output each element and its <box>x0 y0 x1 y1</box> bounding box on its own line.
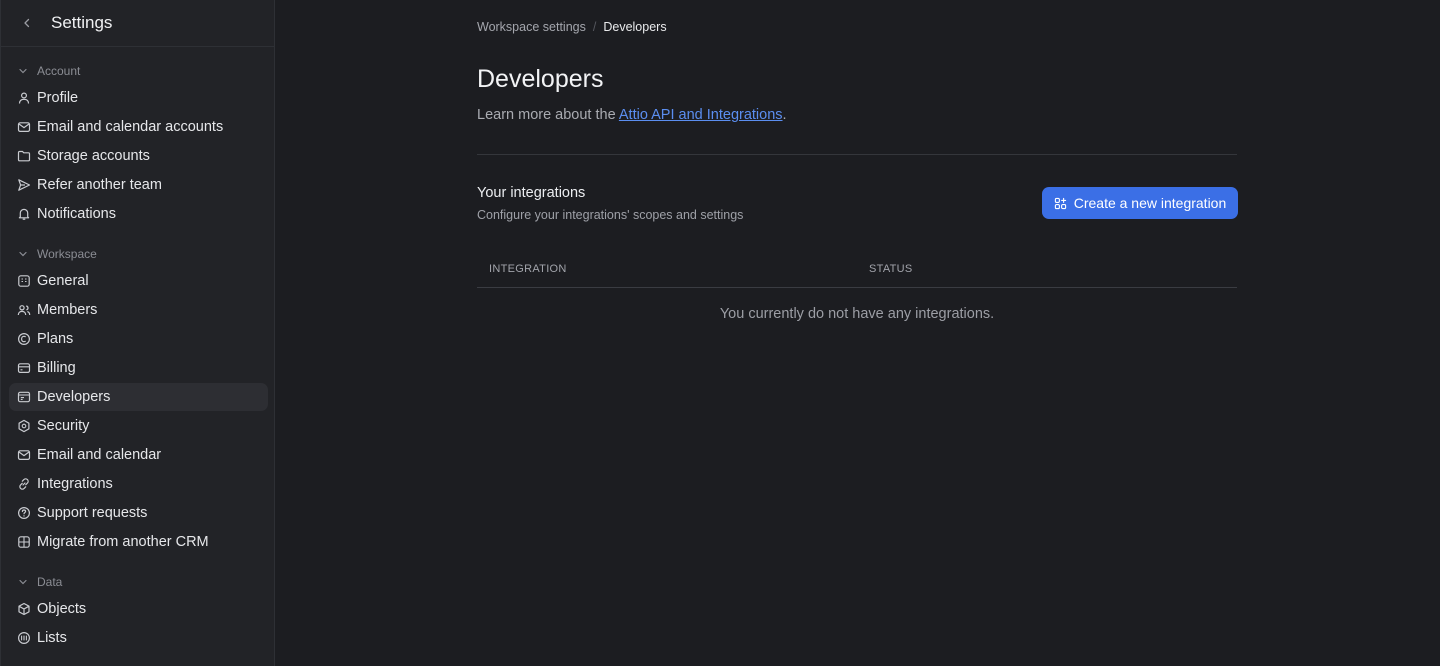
sidebar-item-label: Plans <box>37 331 74 347</box>
sidebar-item-label: Objects <box>37 601 87 617</box>
sidebar-item-label: Billing <box>37 360 76 376</box>
sidebar-item-email-calendar-accounts[interactable]: Email and calendar accounts <box>9 113 268 141</box>
sidebar-item-objects[interactable]: Objects <box>9 595 268 623</box>
list-icon <box>17 631 31 645</box>
sidebar-item-label: Lists <box>37 630 67 646</box>
integrations-section-description: Configure your integrations' scopes and … <box>477 208 744 222</box>
group-workspace[interactable]: Workspace <box>17 246 97 262</box>
send-icon <box>17 178 31 192</box>
breadcrumb-current: Developers <box>603 20 667 34</box>
group-label-account: Account <box>37 64 81 78</box>
sidebar-item-migrate-crm[interactable]: Migrate from another CRM <box>9 528 268 556</box>
sidebar-item-label: Members <box>37 302 98 318</box>
app-window: Settings Account Profile Email and calen… <box>0 0 1440 666</box>
sidebar-item-members[interactable]: Members <box>9 296 268 324</box>
mail-icon <box>17 120 31 134</box>
integrations-table-header: INTEGRATION STATUS <box>477 255 1237 288</box>
sidebar-item-label: Security <box>37 418 90 434</box>
breadcrumb-separator: / <box>592 20 597 34</box>
group-label-workspace: Workspace <box>37 247 97 261</box>
link-icon <box>17 477 31 491</box>
sidebar-item-refer-team[interactable]: Refer another team <box>9 171 268 199</box>
settings-sidebar: Settings Account Profile Email and calen… <box>0 0 275 666</box>
sidebar-item-label: Integrations <box>37 476 113 492</box>
sidebar-item-label: Refer another team <box>37 177 162 193</box>
sidebar-title: Settings <box>51 13 113 32</box>
building-icon <box>17 274 31 288</box>
breadcrumb-workspace-settings[interactable]: Workspace settings <box>477 20 586 34</box>
subtitle-prefix: Learn more about the <box>477 107 619 123</box>
chevron-down-icon <box>17 65 29 77</box>
users-icon <box>17 303 31 317</box>
shield-icon <box>17 419 31 433</box>
sidebar-item-label: Email and calendar accounts <box>37 119 224 135</box>
sidebar-item-profile[interactable]: Profile <box>9 84 268 112</box>
group-data[interactable]: Data <box>17 574 62 590</box>
sidebar-item-billing[interactable]: Billing <box>9 354 268 382</box>
chevron-down-icon <box>17 576 29 588</box>
coin-icon <box>17 332 31 346</box>
subtitle-suffix: . <box>782 107 787 123</box>
apps-add-icon <box>1054 196 1068 210</box>
user-icon <box>17 91 31 105</box>
column-header-status: STATUS <box>869 263 913 275</box>
chevron-left-icon[interactable] <box>19 15 35 31</box>
sidebar-item-plans[interactable]: Plans <box>9 325 268 353</box>
group-account[interactable]: Account <box>17 63 80 79</box>
help-circle-icon <box>17 506 31 520</box>
sidebar-item-label: Notifications <box>37 206 116 222</box>
import-icon <box>17 535 31 549</box>
sidebar-item-support-requests[interactable]: Support requests <box>9 499 268 527</box>
code-window-icon <box>17 390 31 404</box>
folder-icon <box>17 149 31 163</box>
create-integration-button[interactable]: Create a new integration <box>1042 187 1238 219</box>
column-header-integration: INTEGRATION <box>489 263 567 275</box>
main-content: Workspace settings / Developers Develope… <box>276 0 1440 666</box>
sidebar-item-label: Email and calendar <box>37 447 162 463</box>
group-label-data: Data <box>37 575 63 589</box>
sidebar-item-label: Migrate from another CRM <box>37 534 209 550</box>
sidebar-item-email-calendar[interactable]: Email and calendar <box>9 441 268 469</box>
sidebar-item-label: Storage accounts <box>37 148 150 164</box>
mail-icon <box>17 448 31 462</box>
sidebar-item-general[interactable]: General <box>9 267 268 295</box>
chevron-down-icon <box>17 248 29 260</box>
sidebar-item-label: Developers <box>37 389 111 405</box>
sidebar-item-security[interactable]: Security <box>9 412 268 440</box>
sidebar-item-label: General <box>37 273 89 289</box>
page-subtitle: Learn more about the Attio API and Integ… <box>477 107 787 123</box>
section-divider <box>477 154 1237 155</box>
sidebar-item-integrations[interactable]: Integrations <box>9 470 268 498</box>
integrations-section-title: Your integrations <box>477 185 586 201</box>
sidebar-item-storage-accounts[interactable]: Storage accounts <box>9 142 268 170</box>
bell-icon <box>17 207 31 221</box>
sidebar-item-notifications[interactable]: Notifications <box>9 200 268 228</box>
cube-icon <box>17 602 31 616</box>
sidebar-item-label: Support requests <box>37 505 148 521</box>
page-title: Developers <box>477 65 604 93</box>
breadcrumb: Workspace settings / Developers <box>477 20 667 34</box>
sidebar-header: Settings <box>1 0 274 47</box>
empty-state-message: You currently do not have any integratio… <box>719 306 995 322</box>
create-integration-label: Create a new integration <box>1073 195 1227 211</box>
sidebar-item-lists[interactable]: Lists <box>9 624 268 652</box>
sidebar-item-label: Profile <box>37 90 79 106</box>
sidebar-item-developers[interactable]: Developers <box>9 383 268 411</box>
credit-card-icon <box>17 361 31 375</box>
api-docs-link[interactable]: Attio API and Integrations <box>619 107 783 123</box>
